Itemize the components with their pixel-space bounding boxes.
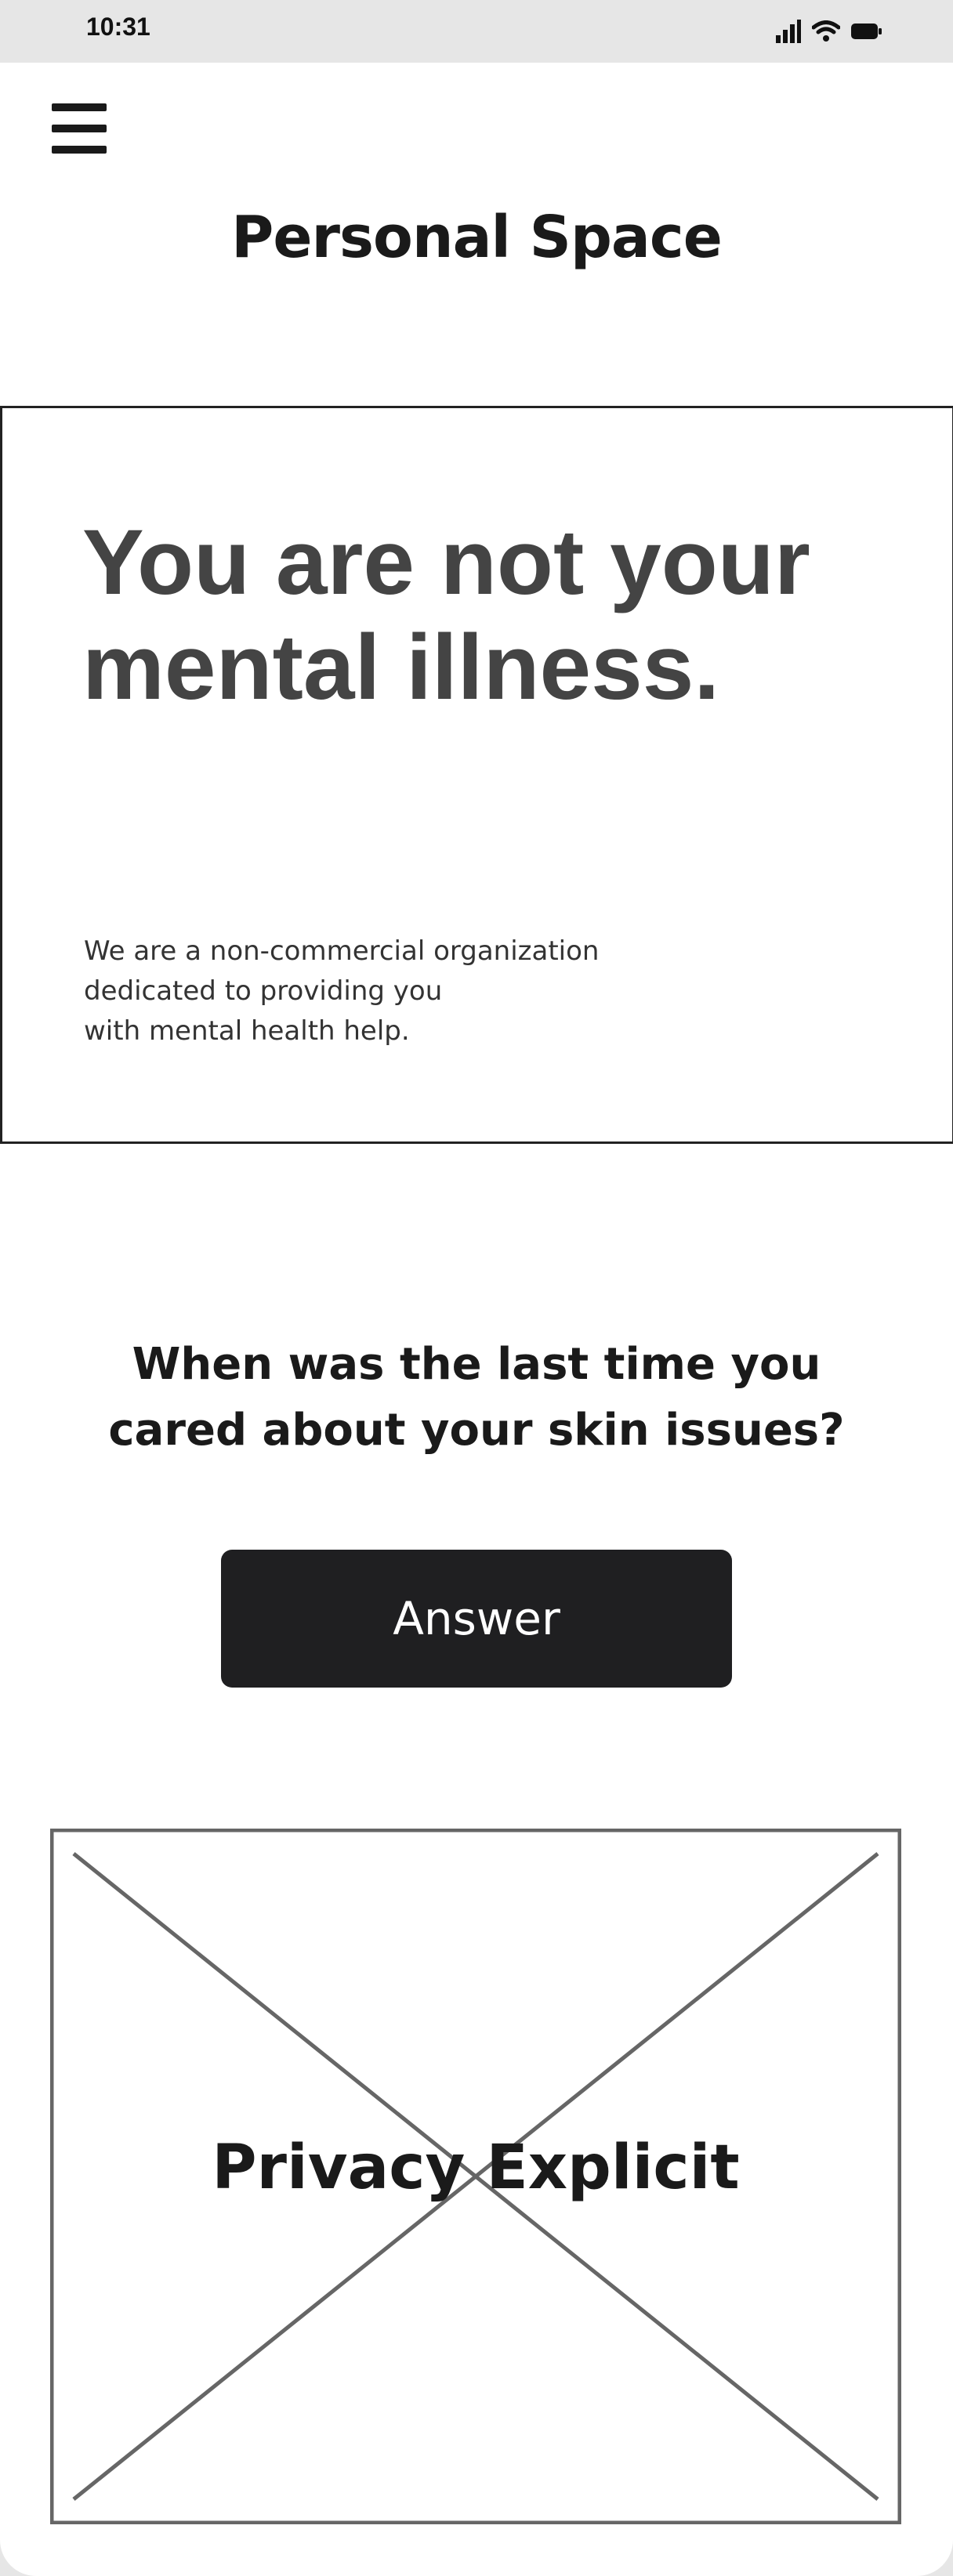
answer-button[interactable]: Answer — [221, 1550, 732, 1688]
hero-banner: You are not your mental illness. We are … — [0, 406, 953, 1144]
wifi-icon — [812, 20, 840, 42]
battery-icon — [851, 24, 882, 39]
menu-line — [52, 146, 107, 154]
hero-description: We are a non-commercial organization ded… — [84, 935, 600, 1047]
cellular-signal-icon — [776, 20, 801, 43]
status-bar: 10:31 — [0, 0, 953, 63]
hamburger-menu-icon[interactable] — [52, 103, 107, 154]
status-time: 10:31 — [86, 13, 150, 41]
page-title: Personal Space — [231, 204, 723, 271]
menu-line — [52, 125, 107, 132]
menu-line — [52, 103, 107, 111]
app-screen: Personal Space You are not your mental i… — [0, 63, 953, 2576]
status-icons — [776, 17, 882, 45]
hero-headline: You are not your mental illness. — [82, 511, 810, 719]
skin-care-question: When was the last time you cared about y… — [108, 1339, 845, 1456]
image-placeholder[interactable]: Privacy Explicit — [50, 1829, 901, 2524]
placeholder-label: Privacy Explicit — [212, 2133, 740, 2203]
